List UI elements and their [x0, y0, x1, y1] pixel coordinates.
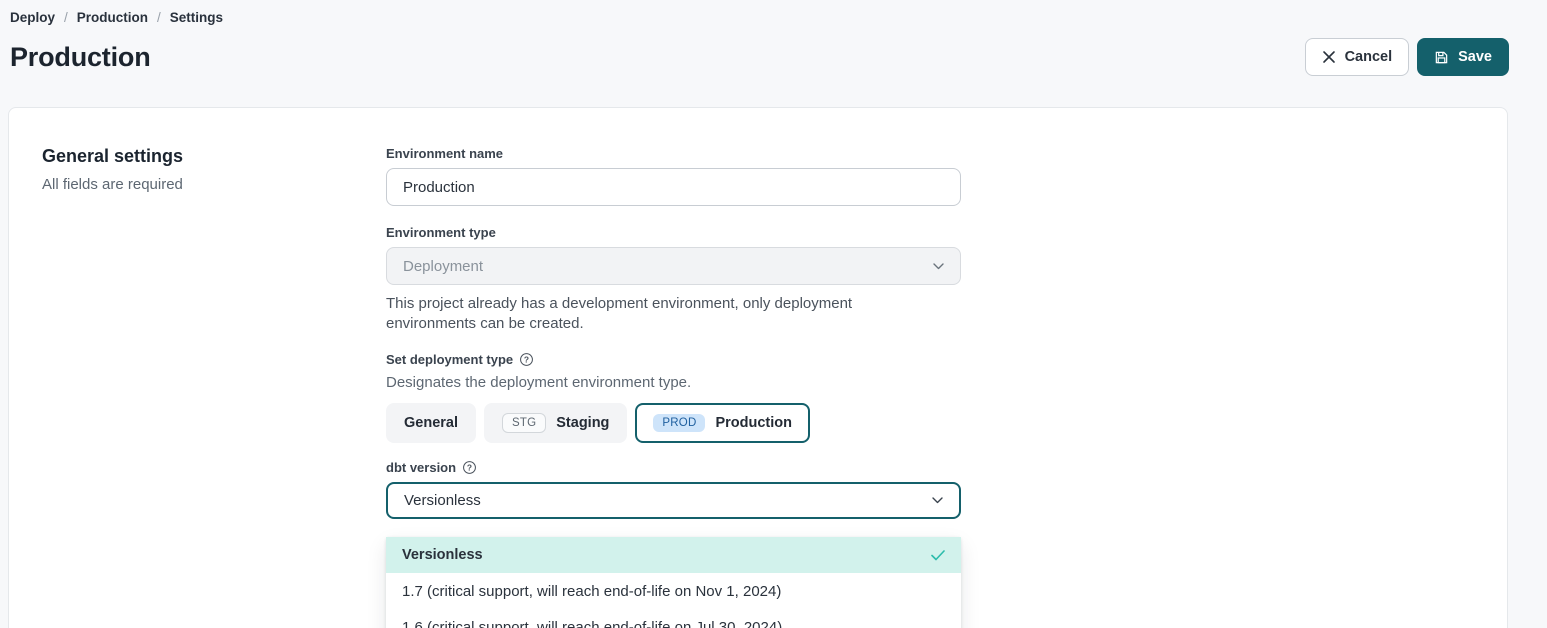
dropdown-option-label: Versionless [402, 547, 483, 563]
section-subtitle: All fields are required [42, 176, 386, 193]
breadcrumb-production[interactable]: Production [77, 10, 148, 25]
help-circle-icon[interactable]: ? [519, 352, 534, 367]
cancel-button-label: Cancel [1345, 49, 1393, 65]
prod-badge: PROD [653, 414, 705, 432]
svg-text:?: ? [467, 463, 472, 473]
breadcrumb-deploy[interactable]: Deploy [10, 10, 55, 25]
environment-name-group: Environment name [386, 146, 961, 206]
deployment-type-options: General STG Staging PROD Production [386, 403, 961, 443]
breadcrumb-settings: Settings [170, 10, 223, 25]
deployment-type-staging-label: Staging [556, 415, 609, 431]
dbt-version-label: dbt version ? [386, 460, 961, 475]
chevron-down-icon [933, 263, 944, 270]
close-icon [1322, 50, 1336, 64]
dropdown-option-1-6[interactable]: 1.6 (critical support, will reach end-of… [386, 609, 961, 628]
breadcrumb-separator: / [64, 10, 68, 25]
top-bar: Deploy / Production / Settings Productio… [0, 0, 1547, 76]
settings-form: Environment name Environment type Deploy… [386, 146, 961, 628]
deployment-type-label-text: Set deployment type [386, 352, 513, 367]
dropdown-option-label: 1.7 (critical support, will reach end-of… [402, 583, 781, 600]
environment-name-input[interactable] [386, 168, 961, 206]
deployment-type-staging-button[interactable]: STG Staging [484, 403, 627, 443]
save-button-label: Save [1458, 49, 1492, 65]
dbt-version-dropdown: Versionless 1.7 (critical support, will … [386, 537, 961, 628]
dropdown-option-label: 1.6 (critical support, will reach end-of… [402, 619, 782, 628]
check-icon [931, 550, 945, 561]
settings-info: General settings All fields are required [42, 146, 386, 628]
environment-type-label: Environment type [386, 225, 961, 240]
chevron-down-icon [932, 497, 943, 504]
environment-type-select: Deployment [386, 247, 961, 285]
dropdown-option-versionless[interactable]: Versionless [386, 537, 961, 573]
page-header: Production Cancel Save [10, 38, 1509, 76]
cancel-button[interactable]: Cancel [1305, 38, 1410, 76]
deployment-type-general-label: General [404, 415, 458, 431]
general-settings-card: General settings All fields are required… [8, 107, 1508, 628]
dbt-version-group: dbt version ? Versionless Versionless [386, 460, 961, 628]
environment-type-group: Environment type Deployment This project… [386, 225, 961, 334]
dbt-version-value: Versionless [404, 492, 481, 509]
section-title: General settings [42, 146, 386, 167]
deployment-type-production-button[interactable]: PROD Production [635, 403, 810, 443]
deployment-type-description: Designates the deployment environment ty… [386, 374, 961, 391]
dropdown-option-1-7[interactable]: 1.7 (critical support, will reach end-of… [386, 573, 961, 609]
breadcrumb-separator: / [157, 10, 161, 25]
staging-badge: STG [502, 413, 546, 433]
save-disk-icon [1434, 50, 1449, 65]
environment-type-value: Deployment [403, 258, 483, 275]
dbt-version-label-text: dbt version [386, 460, 456, 475]
dbt-version-select[interactable]: Versionless [386, 482, 961, 519]
environment-type-note: This project already has a development e… [386, 294, 946, 334]
deployment-type-label: Set deployment type ? [386, 352, 961, 367]
save-button[interactable]: Save [1417, 38, 1509, 76]
environment-name-label: Environment name [386, 146, 961, 161]
breadcrumb: Deploy / Production / Settings [10, 10, 1509, 25]
deployment-type-group: Set deployment type ? Designates the dep… [386, 352, 961, 443]
page-title: Production [10, 42, 151, 73]
header-actions: Cancel Save [1305, 38, 1509, 76]
help-circle-icon[interactable]: ? [462, 460, 477, 475]
deployment-type-production-label: Production [715, 415, 792, 431]
deployment-type-general-button[interactable]: General [386, 403, 476, 443]
svg-text:?: ? [524, 355, 529, 365]
